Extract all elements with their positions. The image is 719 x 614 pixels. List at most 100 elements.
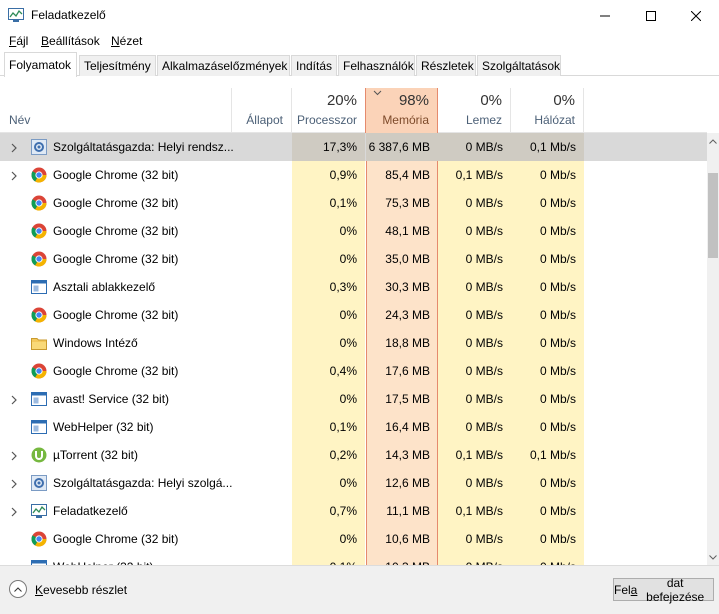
chevron-right-icon[interactable]: [9, 142, 19, 153]
disk-value: 0,1 MB/s: [455, 168, 503, 182]
chevron-right-icon[interactable]: [9, 450, 19, 461]
tab-performance[interactable]: Teljesítmény: [79, 55, 156, 76]
tab-users[interactable]: Felhasználók: [338, 55, 415, 76]
process-row[interactable]: Asztali ablakkezelő 0,3% 30,3 MB 0 MB/s 0 Mb…: [0, 273, 707, 301]
process-list: Szolgáltatásgazda: Helyi rendsz... 17,3% 6…: [0, 133, 707, 565]
chrome-icon: [31, 251, 47, 267]
scroll-thumb[interactable]: [708, 173, 718, 258]
process-row[interactable]: Google Chrome (32 bit) 0,4% 17,6 MB 0 MB/s 0…: [0, 357, 707, 385]
cpu-value: 0,1%: [292, 553, 365, 565]
header-name[interactable]: Név: [0, 88, 232, 133]
process-row[interactable]: Feladatkezelő 0,7% 11,1 MB 0,1 MB/s 0 Mb/s: [0, 497, 707, 525]
tab-strip: Folyamatok Teljesítmény Alkalmazáselőzmé…: [0, 51, 719, 77]
scroll-down-button[interactable]: [707, 549, 719, 565]
utorrent-icon: [31, 447, 47, 463]
minimize-icon: [600, 15, 610, 16]
disk-value: 0 MB/s: [465, 420, 503, 434]
process-name: Asztali ablakkezelő: [53, 280, 156, 294]
chevron-up-icon: [709, 138, 717, 144]
tab-startup[interactable]: Indítás: [291, 55, 337, 76]
process-row[interactable]: Google Chrome (32 bit) 0% 35,0 MB 0 MB/s 0 M…: [0, 245, 707, 273]
process-name: Google Chrome (32 bit): [53, 308, 179, 322]
menu-settings[interactable]: Beállítások: [41, 34, 100, 48]
chevron-right-icon[interactable]: [9, 170, 19, 181]
scroll-up-button[interactable]: [707, 133, 719, 149]
process-row[interactable]: Google Chrome (32 bit) 0,1% 75,3 MB 0 MB/s 0…: [0, 189, 707, 217]
process-name: avast! Service (32 bit): [53, 392, 170, 406]
memory-value: 85,4 MB: [385, 168, 430, 182]
process-row[interactable]: Windows Intéző 0% 18,8 MB 0 MB/s 0 Mb/s: [0, 329, 707, 357]
process-row[interactable]: avast! Service (32 bit) 0% 17,5 MB 0 MB/s 0 …: [0, 385, 707, 413]
tab-services[interactable]: Szolgáltatások: [477, 55, 561, 76]
menu-file[interactable]: Fájl: [9, 34, 28, 48]
minimize-button[interactable]: [582, 0, 628, 31]
cpu-value: 0%: [339, 336, 357, 350]
disk-value: 0,1 MB/s: [455, 504, 503, 518]
memory-value: 17,5 MB: [385, 392, 430, 406]
header-cpu[interactable]: 20% Processzor: [292, 88, 366, 133]
process-name: Windows Intéző: [53, 336, 138, 350]
maximize-button[interactable]: [628, 0, 674, 31]
network-value: 0 Mb/s: [539, 280, 576, 294]
header-name-label: Név: [9, 113, 31, 127]
sort-descending-icon: [373, 90, 382, 96]
cpu-value: 0%: [339, 476, 357, 490]
process-row[interactable]: WebHelper (32 bit) 0,1% 16,4 MB 0 MB/s 0 Mb/…: [0, 413, 707, 441]
chevron-right-icon[interactable]: [9, 394, 19, 405]
header-memory-label: Memória: [382, 113, 429, 127]
memory-value: 10,3 MB: [366, 553, 438, 565]
chevron-right-icon[interactable]: [9, 506, 19, 517]
network-value: 0 Mb/s: [539, 224, 576, 238]
chrome-icon: [31, 167, 47, 183]
title-bar: Feladatkezelő: [0, 0, 719, 31]
disk-value: 0 MB/s: [465, 336, 503, 350]
process-row[interactable]: µTorrent (32 bit) 0,2% 14,3 MB 0,1 MB/s 0,1 …: [0, 441, 707, 469]
column-header: Név Állapot 20% Processzor 98% Memória 0…: [0, 88, 707, 133]
memory-value: 48,1 MB: [385, 224, 430, 238]
process-name: Feladatkezelő: [53, 504, 128, 518]
close-button[interactable]: [673, 0, 719, 31]
disk-value: 0 MB/s: [465, 364, 503, 378]
process-row[interactable]: Google Chrome (32 bit) 0% 48,1 MB 0 MB/s 0 M…: [0, 217, 707, 245]
memory-value: 18,8 MB: [385, 336, 430, 350]
menu-view[interactable]: Nézet: [111, 34, 142, 48]
process-row[interactable]: WebHelper (32 bit) 0,1%10,3 MB0 MB/s0 Mb/…: [0, 553, 707, 565]
header-status[interactable]: Állapot: [232, 88, 292, 133]
vertical-scrollbar[interactable]: [707, 133, 719, 565]
process-row[interactable]: Szolgáltatásgazda: Helyi szolgá... 0% 12,6…: [0, 469, 707, 497]
fewer-details-link[interactable]: Kevesebb részlet: [35, 583, 127, 597]
gear-icon: [31, 475, 47, 491]
network-value: 0 Mb/s: [539, 532, 576, 546]
cpu-value: 0%: [339, 224, 357, 238]
header-status-label: Állapot: [246, 113, 283, 127]
process-name: Szolgáltatásgazda: Helyi szolgá...: [53, 476, 233, 490]
disk-value: 0 MB/s: [465, 392, 503, 406]
process-row[interactable]: Szolgáltatásgazda: Helyi rendsz... 17,3% 6…: [0, 133, 707, 161]
header-memory[interactable]: 98% Memória: [365, 88, 438, 133]
window-icon: [31, 419, 47, 435]
fewer-details-button[interactable]: [9, 580, 27, 598]
window-title: Feladatkezelő: [31, 8, 106, 22]
cpu-value: 0,7%: [329, 504, 357, 518]
memory-value: 17,6 MB: [385, 364, 430, 378]
memory-value: 6 387,6 MB: [366, 133, 438, 161]
disk-value: 0 MB/s: [465, 532, 503, 546]
process-row[interactable]: Google Chrome (32 bit) 0,9% 85,4 MB 0,1 MB/…: [0, 161, 707, 189]
header-network-label: Hálózat: [534, 113, 575, 127]
cpu-value: 0,9%: [329, 168, 357, 182]
tab-details[interactable]: Részletek: [416, 55, 476, 76]
header-disk-label: Lemez: [465, 113, 502, 127]
tab-processes[interactable]: Folyamatok: [4, 52, 77, 77]
header-disk[interactable]: 0% Lemez: [438, 88, 511, 133]
cpu-value: 0%: [339, 308, 357, 322]
process-row[interactable]: Google Chrome (32 bit) 0% 24,3 MB 0 MB/s 0 M…: [0, 301, 707, 329]
disk-value: 0 MB/s: [438, 553, 511, 565]
maximize-icon: [646, 10, 656, 21]
end-task-button[interactable]: Fel a dat befejezése: [613, 576, 714, 604]
cpu-value: 0%: [339, 532, 357, 546]
tab-app-history[interactable]: Alkalmazáselőzmények: [157, 55, 290, 76]
chevron-right-icon[interactable]: [9, 478, 19, 489]
header-network[interactable]: 0% Hálózat: [511, 88, 584, 133]
disk-value: 0 MB/s: [465, 308, 503, 322]
process-row[interactable]: Google Chrome (32 bit) 0% 10,6 MB 0 MB/s 0 M…: [0, 525, 707, 553]
